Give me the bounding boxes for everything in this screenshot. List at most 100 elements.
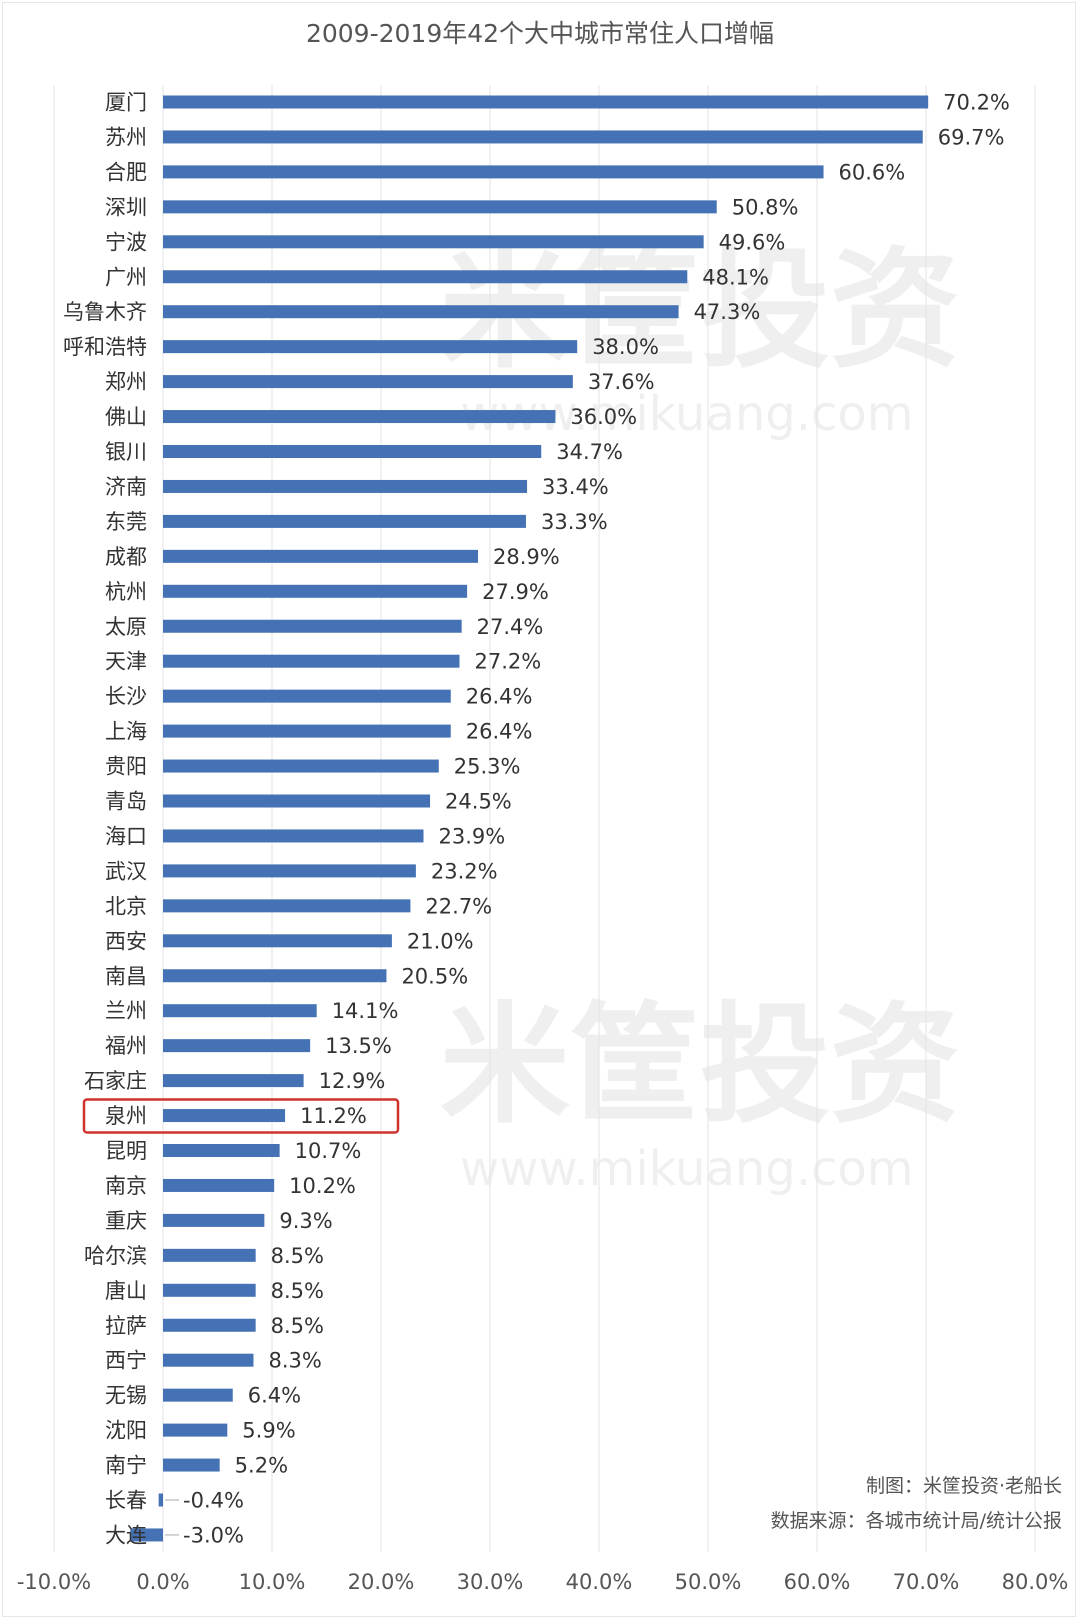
value-label: 26.4% (466, 720, 533, 744)
category-label: 长沙 (105, 685, 147, 709)
value-label: 37.6% (588, 370, 655, 394)
bar (163, 1458, 220, 1472)
value-label: 5.2% (235, 1454, 288, 1478)
bar (163, 1318, 256, 1332)
category-label: 苏州 (105, 125, 147, 149)
category-label: 郑州 (105, 370, 147, 394)
category-label: 拉萨 (105, 1314, 147, 1338)
value-label: 36.0% (570, 405, 637, 429)
bar (163, 969, 387, 983)
value-label: 11.2% (300, 1104, 367, 1128)
value-label: 33.4% (542, 475, 609, 499)
value-label: 8.3% (268, 1349, 321, 1373)
bar (163, 724, 451, 738)
x-tick-label: -10.0% (17, 1570, 91, 1594)
chart-title: 2009-2019年42个大中城市常住人口增幅 (306, 19, 774, 48)
value-label: 27.2% (474, 650, 541, 674)
chart-credit: 制图：米筐投资·老船长 (866, 1475, 1062, 1497)
value-label: 25.3% (454, 755, 521, 779)
bar (163, 759, 439, 773)
bar (163, 375, 573, 389)
category-label: 昆明 (105, 1139, 147, 1163)
x-tick-label: 50.0% (675, 1570, 742, 1594)
category-label: 海口 (105, 824, 147, 848)
bar-chart: 米筐投资 www.mikuang.com 米筐投资 www.mikuang.co… (17, 19, 1069, 1594)
value-label: 9.3% (279, 1209, 332, 1233)
category-label: 西安 (105, 929, 147, 953)
x-tick-label: 10.0% (239, 1570, 306, 1594)
value-label: 13.5% (325, 1034, 392, 1058)
bar (163, 934, 392, 948)
value-label: 21.0% (407, 929, 474, 953)
value-label: 6.4% (248, 1384, 301, 1408)
value-label: 70.2% (943, 91, 1010, 115)
x-tick-label: 70.0% (893, 1570, 960, 1594)
category-label: 银川 (105, 440, 147, 464)
value-label: 8.5% (271, 1279, 324, 1303)
bar (163, 445, 542, 458)
category-label: 南昌 (105, 964, 147, 988)
bar (163, 305, 679, 319)
x-tick-label: 60.0% (784, 1570, 851, 1594)
category-labels: 厦门苏州合肥深圳宁波广州乌鲁木齐呼和浩特郑州佛山银川济南东莞成都杭州太原天津长沙… (63, 91, 147, 1548)
value-label: 27.9% (482, 580, 549, 604)
category-label: 武汉 (105, 859, 147, 883)
value-label: 34.7% (556, 440, 623, 464)
bar (158, 1493, 163, 1507)
value-label: 8.5% (271, 1244, 324, 1268)
category-label: 太原 (105, 615, 147, 639)
value-label: 23.2% (431, 859, 498, 883)
bar (163, 584, 468, 598)
bar (163, 1144, 280, 1157)
x-tick-label: 80.0% (1002, 1570, 1069, 1594)
bar (163, 200, 717, 214)
category-label: 贵阳 (105, 755, 147, 779)
category-label: 佛山 (105, 405, 147, 429)
value-label: 60.6% (839, 160, 906, 184)
category-label: 唐山 (105, 1279, 147, 1303)
category-label: 厦门 (105, 91, 147, 115)
x-tick-label: 30.0% (457, 1570, 524, 1594)
value-label: 10.7% (295, 1139, 362, 1163)
bar (163, 340, 578, 354)
category-label: 合肥 (105, 160, 147, 184)
bar (163, 1178, 275, 1192)
value-label: 50.8% (732, 195, 799, 219)
bar (163, 794, 431, 808)
watermark-url-bottom: www.mikuang.com (460, 1141, 914, 1197)
value-label: 5.9% (242, 1419, 295, 1443)
category-label: 北京 (105, 894, 147, 918)
bar (163, 130, 923, 144)
bar (163, 1423, 228, 1437)
bar (163, 864, 416, 878)
bar (163, 1109, 286, 1123)
bar (163, 1074, 304, 1088)
bar (163, 829, 424, 843)
category-label: 上海 (105, 720, 147, 744)
category-label: 宁波 (105, 230, 147, 254)
bar (163, 654, 460, 668)
value-label: 49.6% (719, 230, 786, 254)
bar (163, 1388, 233, 1402)
category-label: 深圳 (105, 195, 147, 219)
category-label: 呼和浩特 (63, 335, 147, 359)
category-label: 长春 (105, 1489, 147, 1513)
value-label: 23.9% (439, 824, 506, 848)
bar (163, 1353, 254, 1367)
value-label: 14.1% (332, 999, 399, 1023)
value-label: 26.4% (466, 685, 533, 709)
value-label: 24.5% (445, 790, 512, 814)
value-label: 28.9% (493, 545, 560, 569)
bar (163, 1283, 256, 1297)
category-label: 南京 (105, 1174, 147, 1198)
category-label: 天津 (105, 650, 147, 674)
category-label: 大连 (105, 1523, 147, 1547)
value-label: 47.3% (694, 300, 761, 324)
category-label: 济南 (105, 475, 147, 499)
bar (163, 410, 556, 424)
bar (163, 1004, 317, 1018)
bar (163, 235, 704, 249)
value-label: 33.3% (541, 510, 608, 534)
value-label: 27.4% (477, 615, 544, 639)
bar (163, 689, 451, 703)
